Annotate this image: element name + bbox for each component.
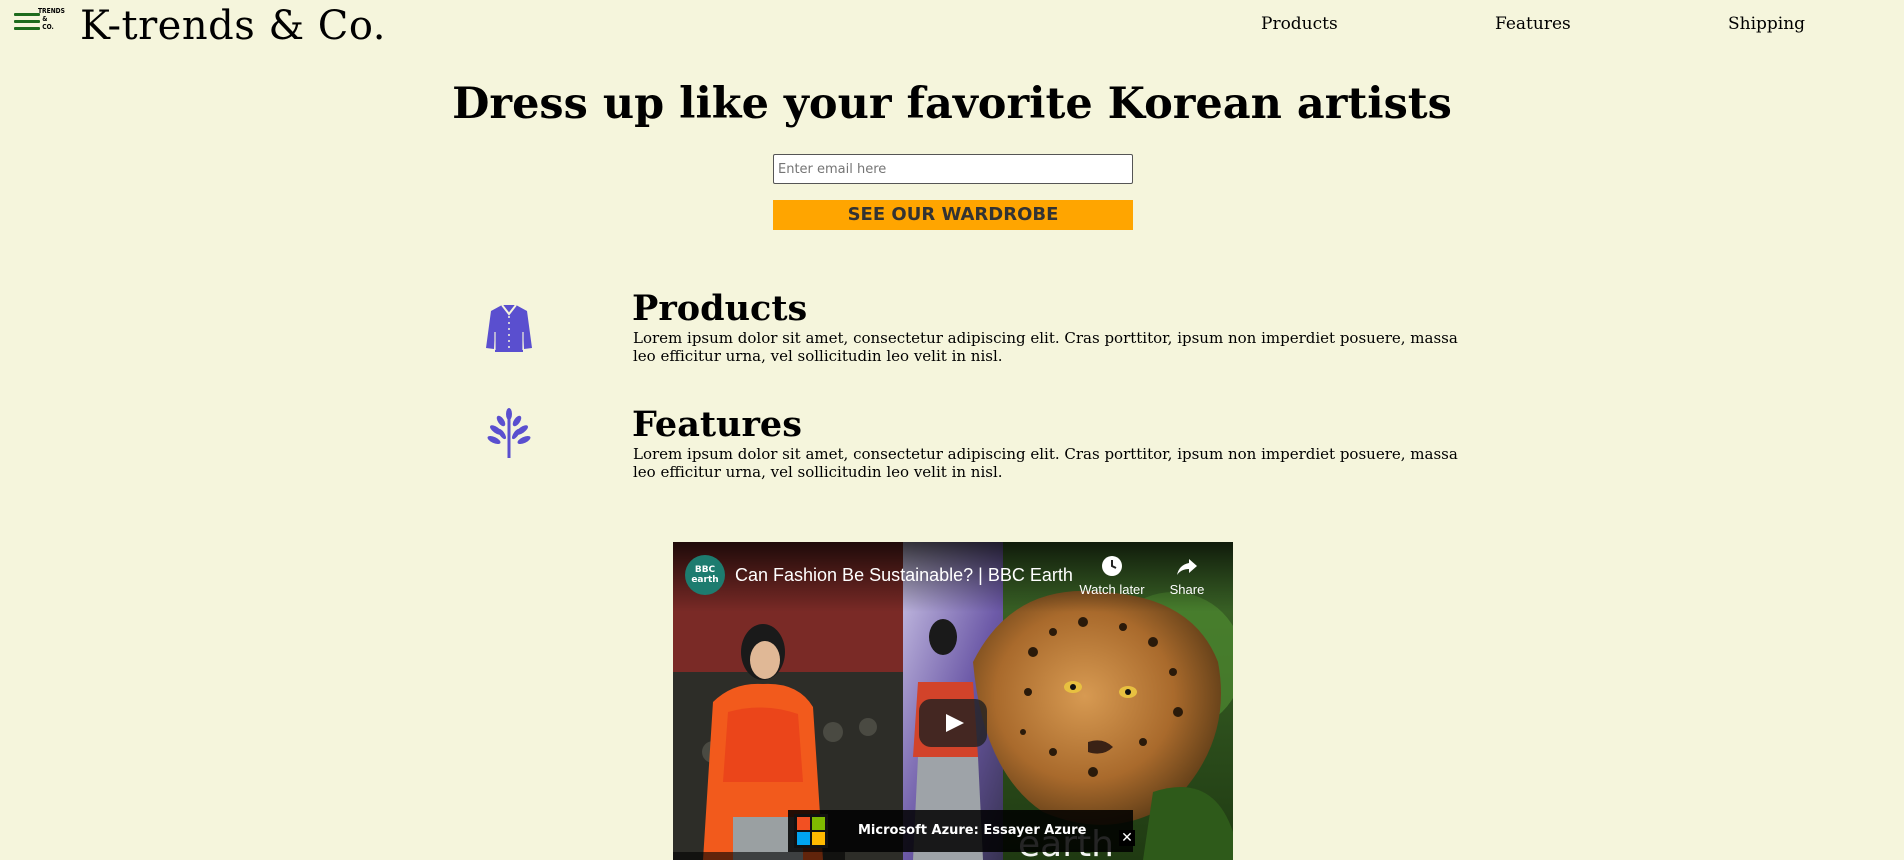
microsoft-logo-icon <box>794 814 828 848</box>
feature-title-features: Features <box>632 404 802 445</box>
watch-later-button[interactable]: Watch later <box>1072 554 1152 597</box>
brand-name: K-trends & Co. <box>80 3 386 49</box>
feature-title-products: Products <box>632 288 808 329</box>
tree-icon <box>483 407 535 459</box>
hero-title: Dress up like your favorite Korean artis… <box>452 79 1452 129</box>
logo-text: TRENDS & CO. <box>38 7 65 31</box>
ad-close-icon[interactable]: ✕ <box>1119 830 1135 846</box>
email-input[interactable] <box>773 154 1133 184</box>
nav-link-products[interactable]: Products <box>1261 14 1338 34</box>
site-header: TRENDS & CO. K-trends & Co. Products Fea… <box>0 0 1904 50</box>
video-progress-strip <box>673 852 845 860</box>
channel-avatar[interactable]: BBC earth <box>685 555 725 595</box>
clock-icon <box>1102 556 1122 576</box>
ad-text[interactable]: Microsoft Azure: Essayer Azure (gratuit) <box>858 810 1133 860</box>
nav-link-features[interactable]: Features <box>1495 14 1571 34</box>
play-icon <box>946 714 964 732</box>
feature-desc-products: Lorem ipsum dolor sit amet, consectetur … <box>633 329 1458 365</box>
nav-link-shipping[interactable]: Shipping <box>1728 14 1805 34</box>
ad-banner[interactable]: Microsoft Azure: Essayer Azure (gratuit) <box>788 810 1133 852</box>
play-button[interactable] <box>919 699 987 747</box>
see-wardrobe-button[interactable]: SEE OUR WARDROBE <box>773 200 1133 230</box>
feature-desc-features: Lorem ipsum dolor sit amet, consectetur … <box>633 445 1458 481</box>
video-player[interactable]: BBC earth Can Fashion Be Sustainable? | … <box>673 542 1233 860</box>
menu-icon[interactable] <box>14 13 40 34</box>
share-button[interactable]: Share <box>1147 554 1227 597</box>
site-logo[interactable]: TRENDS & CO. <box>12 7 70 43</box>
video-title[interactable]: Can Fashion Be Sustainable? | BBC Earth <box>735 564 1073 586</box>
shirt-icon <box>483 302 535 354</box>
watch-later-label: Watch later <box>1079 582 1145 597</box>
share-icon <box>1177 559 1197 575</box>
share-label: Share <box>1169 582 1205 597</box>
